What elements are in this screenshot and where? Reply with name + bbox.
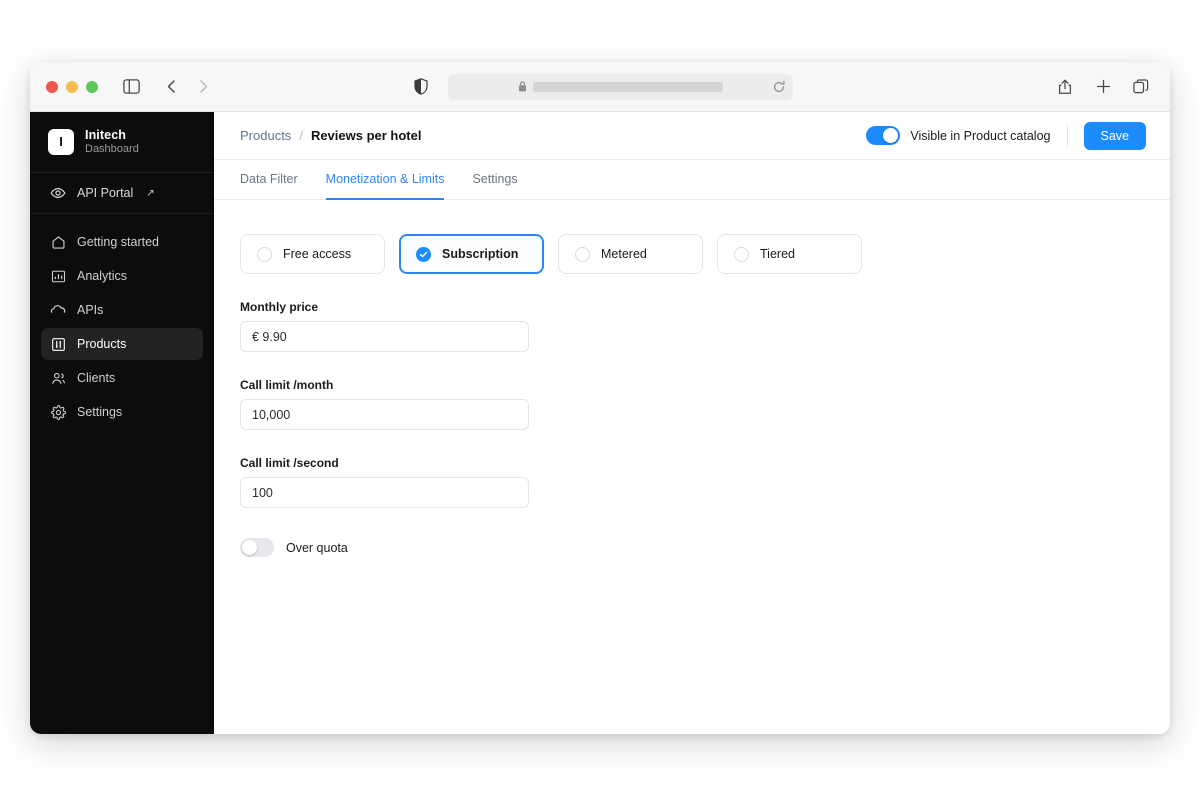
tab-overview-icon[interactable] [1128, 74, 1154, 100]
home-icon [50, 234, 66, 250]
sidebar-item-label: Clients [77, 371, 116, 385]
product-sliders-icon [50, 336, 66, 352]
field-call-limit-month: Call limit /month [240, 378, 1144, 430]
sidebar-item-label: Getting started [77, 235, 159, 249]
toggle-knob [883, 128, 899, 143]
cloud-icon [50, 302, 66, 318]
sidebar-item-getting-started[interactable]: Getting started [41, 226, 203, 258]
users-icon [50, 370, 66, 386]
sidebar-item-products[interactable]: Products [41, 328, 203, 360]
app-body: I Initech Dashboard API Portal ↗ Getting… [30, 112, 1170, 734]
header-divider [1066, 124, 1068, 147]
call-limit-month-input[interactable] [240, 399, 529, 430]
plan-options-group: Free access Subscription Metered Tiered [240, 234, 1144, 274]
plan-option-label: Tiered [760, 247, 795, 261]
sidebar-item-label: Analytics [77, 269, 128, 283]
zoom-window-button[interactable] [86, 80, 98, 93]
eye-icon [50, 185, 66, 201]
field-label: Call limit /month [240, 378, 334, 392]
visibility-toggle-group: Visible in Product catalog [866, 126, 1051, 145]
lock-icon [518, 81, 527, 92]
brand-name: Initech [85, 128, 126, 142]
address-bar[interactable] [447, 73, 793, 100]
field-monthly-price: Monthly price [240, 300, 1144, 352]
bar-chart-icon [50, 268, 66, 284]
browser-window: I Initech Dashboard API Portal ↗ Getting… [30, 62, 1170, 734]
plan-option-tiered[interactable]: Tiered [717, 234, 862, 274]
new-tab-icon[interactable] [1090, 74, 1116, 100]
back-button[interactable] [158, 74, 184, 100]
sidebar-item-api-portal[interactable]: API Portal ↗ [30, 172, 214, 214]
brand-subtitle: Dashboard [85, 143, 139, 155]
field-label: Monthly price [240, 300, 319, 314]
breadcrumb-current: Reviews per hotel [310, 128, 422, 143]
toolbar-right-actions [1052, 74, 1154, 100]
sidebar-item-analytics[interactable]: Analytics [41, 260, 203, 292]
url-text [532, 81, 723, 92]
tab-bar: Data Filter Monetization & Limits Settin… [214, 160, 1170, 200]
radio-icon [257, 246, 272, 262]
breadcrumb-parent[interactable]: Products [240, 128, 291, 143]
plan-option-label: Subscription [442, 247, 519, 261]
forward-button[interactable] [190, 74, 216, 100]
sidebar-nav: Getting started Analytics APIs Products … [30, 214, 214, 428]
external-link-icon: ↗ [146, 187, 155, 199]
tab-settings[interactable]: Settings [472, 160, 517, 200]
privacy-shield-icon[interactable] [408, 74, 434, 100]
sidebar-item-label: API Portal [77, 186, 134, 200]
call-limit-second-input[interactable] [240, 477, 529, 508]
plan-option-subscription[interactable]: Subscription [399, 234, 544, 274]
share-icon[interactable] [1052, 74, 1078, 100]
browser-toolbar [30, 62, 1170, 112]
page-root: I Initech Dashboard API Portal ↗ Getting… [0, 0, 1200, 800]
minimize-window-button[interactable] [66, 80, 78, 93]
brand-logo: I [48, 128, 74, 155]
brand-text: Initech Dashboard [85, 128, 139, 155]
sidebar-item-settings[interactable]: Settings [41, 396, 203, 428]
over-quota-row: Over quota [240, 538, 1144, 557]
over-quota-label: Over quota [286, 540, 348, 555]
radio-icon [575, 246, 590, 262]
plan-option-free-access[interactable]: Free access [240, 234, 385, 274]
field-label: Call limit /second [240, 456, 339, 470]
window-traffic-lights [46, 80, 98, 93]
sidebar: I Initech Dashboard API Portal ↗ Getting… [30, 112, 214, 734]
plan-option-label: Metered [601, 247, 647, 261]
sidebar-item-apis[interactable]: APIs [41, 294, 203, 326]
gear-icon [50, 404, 66, 420]
close-window-button[interactable] [46, 80, 58, 93]
plan-option-label: Free access [283, 247, 352, 261]
over-quota-toggle[interactable] [240, 538, 274, 557]
visible-in-catalog-toggle[interactable] [866, 126, 901, 145]
toggle-knob [242, 540, 257, 555]
save-button[interactable]: Save [1083, 121, 1146, 150]
tab-monetization-and-limits[interactable]: Monetization & Limits [325, 160, 445, 200]
monthly-price-input[interactable] [240, 321, 529, 352]
brand-block[interactable]: I Initech Dashboard [30, 112, 214, 172]
tab-data-filter[interactable]: Data Filter [240, 160, 298, 200]
main-panel: Products / Reviews per hotel Visible in … [214, 112, 1170, 734]
radio-icon [734, 246, 749, 262]
breadcrumb: Products / Reviews per hotel [240, 128, 421, 143]
browser-nav-arrows [158, 74, 216, 100]
sidebar-item-label: Products [77, 337, 127, 351]
sidebar-item-label: APIs [77, 303, 104, 317]
reload-icon[interactable] [773, 80, 785, 93]
breadcrumb-separator: / [299, 128, 303, 143]
radio-checked-icon [416, 246, 431, 262]
monetization-content: Free access Subscription Metered Tiered … [214, 200, 1170, 734]
header-actions: Visible in Product catalog Save [866, 121, 1146, 150]
sidebar-item-label: Settings [77, 405, 123, 419]
field-call-limit-second: Call limit /second [240, 456, 1144, 508]
visible-in-catalog-label: Visible in Product catalog [910, 128, 1051, 143]
main-header: Products / Reviews per hotel Visible in … [214, 112, 1170, 160]
address-bar-content [518, 81, 723, 92]
sidebar-item-clients[interactable]: Clients [41, 362, 203, 394]
sidebar-toggle-icon[interactable] [118, 74, 144, 100]
plan-option-metered[interactable]: Metered [558, 234, 703, 274]
